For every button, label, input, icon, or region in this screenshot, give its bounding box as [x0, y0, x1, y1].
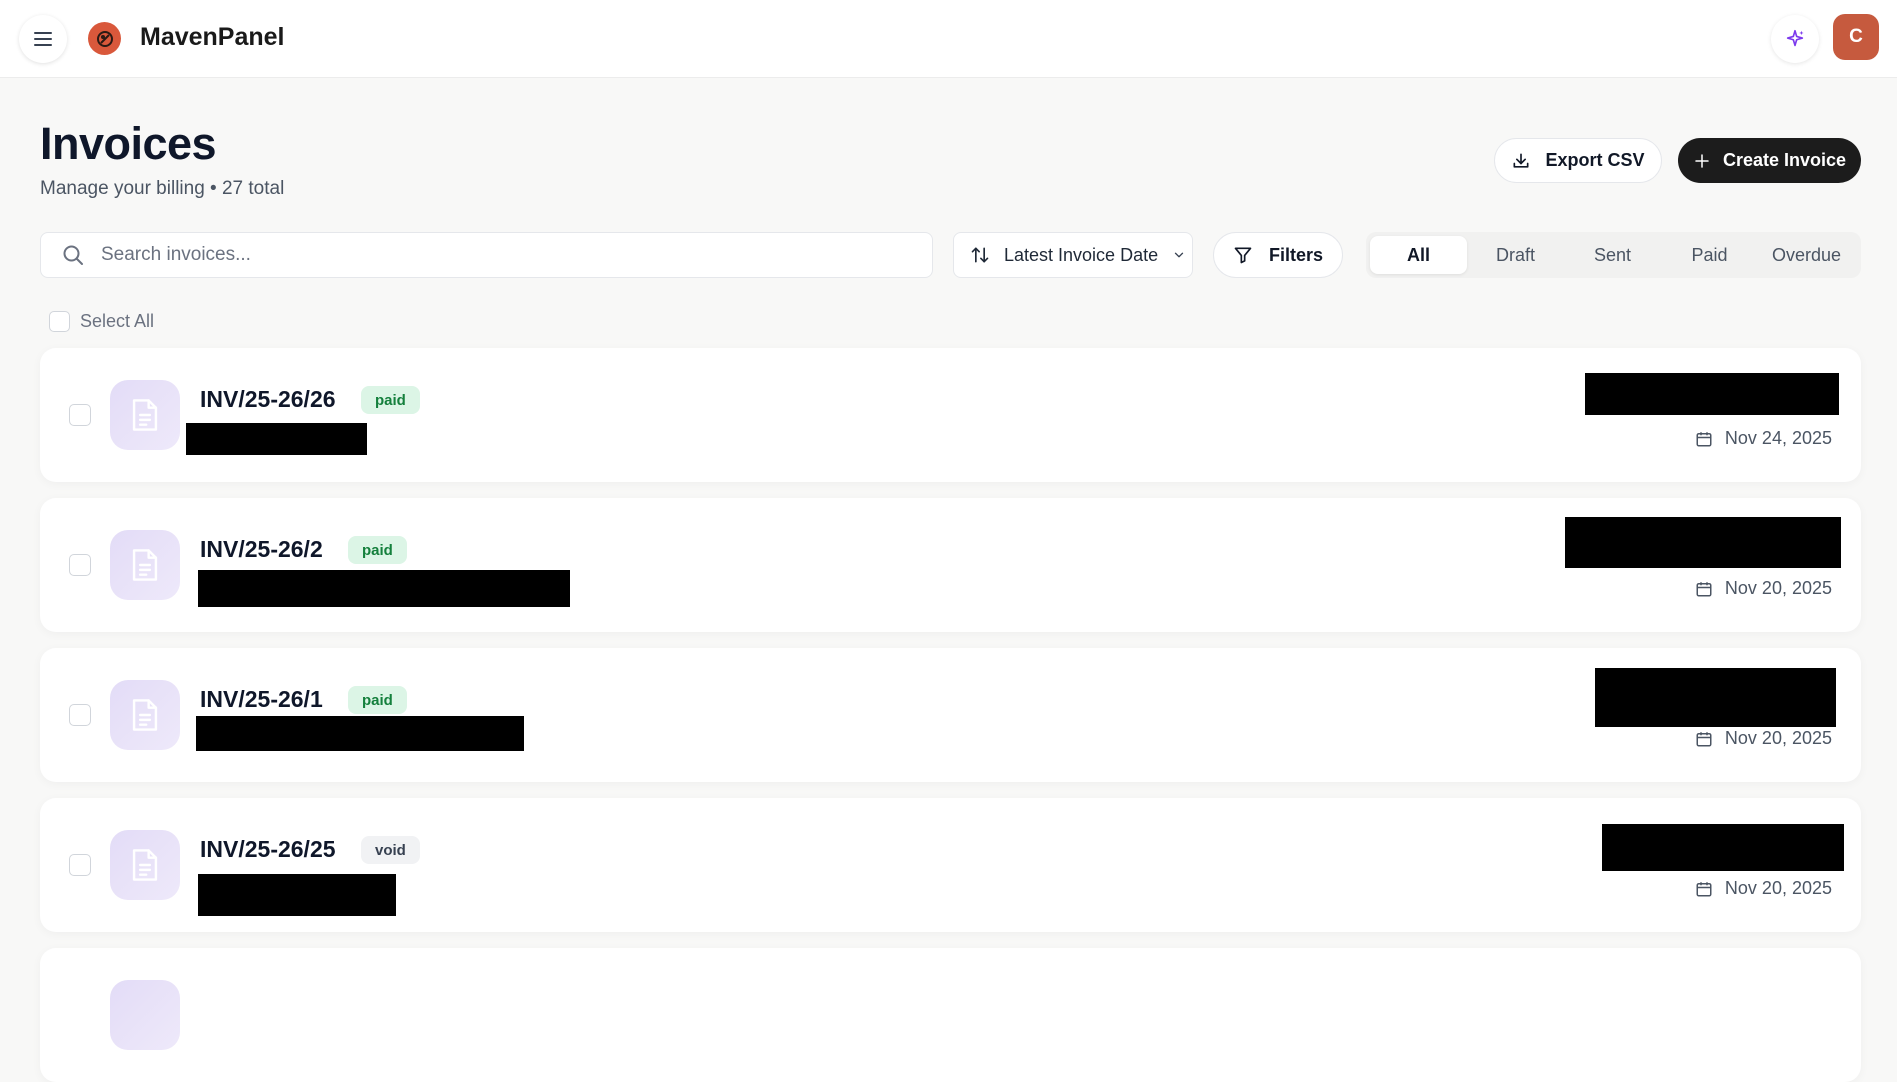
calendar-icon: [1696, 581, 1712, 596]
row-checkbox[interactable]: [69, 554, 91, 576]
search-input[interactable]: [101, 244, 881, 266]
menu-button[interactable]: [19, 15, 67, 63]
sort-label: Latest Invoice Date: [1004, 244, 1159, 265]
tab-sent[interactable]: Sent: [1564, 236, 1661, 274]
redacted-amount: [1595, 668, 1836, 727]
filter-icon: [1234, 247, 1252, 264]
search-icon: [61, 243, 85, 267]
user-avatar[interactable]: C: [1833, 14, 1879, 60]
invoice-row[interactable]: INV/25-26/26 paid Nov 24, 2025: [40, 348, 1861, 482]
page-title: Invoices: [40, 118, 217, 169]
document-icon: [110, 980, 180, 1050]
app-logo[interactable]: [88, 22, 121, 55]
invoice-row[interactable]: INV/25-26/1 paid Nov 20, 2025: [40, 648, 1861, 782]
calendar-icon: [1696, 431, 1712, 446]
invoice-date-text: Nov 20, 2025: [1724, 578, 1832, 598]
download-icon: [1513, 153, 1529, 168]
row-checkbox[interactable]: [69, 704, 91, 726]
tab-paid[interactable]: Paid: [1661, 236, 1758, 274]
menu-icon: [34, 32, 52, 46]
invoice-number: INV/25-26/1: [200, 686, 323, 712]
calendar-icon: [1696, 881, 1712, 896]
export-csv-label: Export CSV: [1545, 150, 1645, 170]
row-checkbox[interactable]: [69, 404, 91, 426]
invoice-number: INV/25-26/25: [200, 836, 336, 862]
redacted-amount: [1565, 517, 1841, 568]
row-checkbox[interactable]: [69, 854, 91, 876]
invoice-row[interactable]: INV/25-26/25 void Nov 20, 2025: [40, 798, 1861, 932]
search-box: [40, 232, 933, 278]
invoice-row[interactable]: INV/25-26/2 paid Nov 20, 2025: [40, 498, 1861, 632]
redacted-customer: [196, 716, 524, 751]
invoice-row[interactable]: [40, 948, 1861, 1082]
ai-assistant-button[interactable]: [1771, 15, 1819, 63]
sparkle-icon: [1786, 29, 1804, 47]
redacted-customer: [198, 874, 396, 916]
top-bar: MavenPanel C: [0, 0, 1897, 78]
invoice-number: INV/25-26/26: [200, 386, 336, 412]
invoice-date: Nov 20, 2025: [1695, 878, 1832, 899]
redacted-customer: [186, 423, 367, 455]
tab-overdue[interactable]: Overdue: [1758, 236, 1855, 274]
status-badge: paid: [348, 536, 407, 564]
select-all-checkbox[interactable]: [49, 311, 70, 332]
status-badge: void: [361, 836, 420, 864]
chevron-down-icon: [1174, 252, 1184, 258]
redacted-amount: [1602, 824, 1844, 871]
redacted-amount: [1585, 373, 1839, 415]
status-badge: paid: [348, 686, 407, 714]
invoice-date: Nov 20, 2025: [1695, 578, 1832, 599]
invoice-date: Nov 24, 2025: [1695, 428, 1832, 449]
invoice-date-text: Nov 20, 2025: [1724, 728, 1832, 748]
status-badge: paid: [361, 386, 420, 414]
page-subtitle: Manage your billing • 27 total: [40, 178, 285, 199]
invoice-date-text: Nov 20, 2025: [1724, 878, 1832, 898]
invoice-date-text: Nov 24, 2025: [1724, 428, 1832, 448]
filters-button[interactable]: Filters: [1213, 232, 1343, 278]
redacted-customer: [198, 570, 570, 607]
create-invoice-button[interactable]: Create Invoice: [1678, 138, 1861, 183]
tab-draft[interactable]: Draft: [1467, 236, 1564, 274]
select-all-label: Select All: [80, 311, 155, 331]
invoice-number: INV/25-26/2: [200, 536, 323, 562]
select-all[interactable]: Select All: [49, 311, 154, 332]
status-tabs: All Draft Sent Paid Overdue: [1366, 232, 1861, 278]
export-csv-button[interactable]: Export CSV: [1494, 138, 1662, 183]
sort-dropdown[interactable]: Latest Invoice Date: [953, 232, 1193, 278]
filters-label: Filters: [1269, 244, 1324, 265]
tab-all[interactable]: All: [1370, 236, 1467, 274]
create-invoice-label: Create Invoice: [1722, 150, 1847, 170]
app-name: MavenPanel: [140, 23, 285, 51]
plus-icon: [1695, 153, 1709, 168]
document-icon: [110, 680, 180, 750]
calendar-icon: [1696, 731, 1712, 746]
invoice-date: Nov 20, 2025: [1695, 728, 1832, 749]
sort-arrows-icon: [971, 247, 989, 263]
document-icon: [110, 380, 180, 450]
document-icon: [110, 530, 180, 600]
logo-mark-icon: [96, 30, 113, 47]
document-icon: [110, 830, 180, 900]
